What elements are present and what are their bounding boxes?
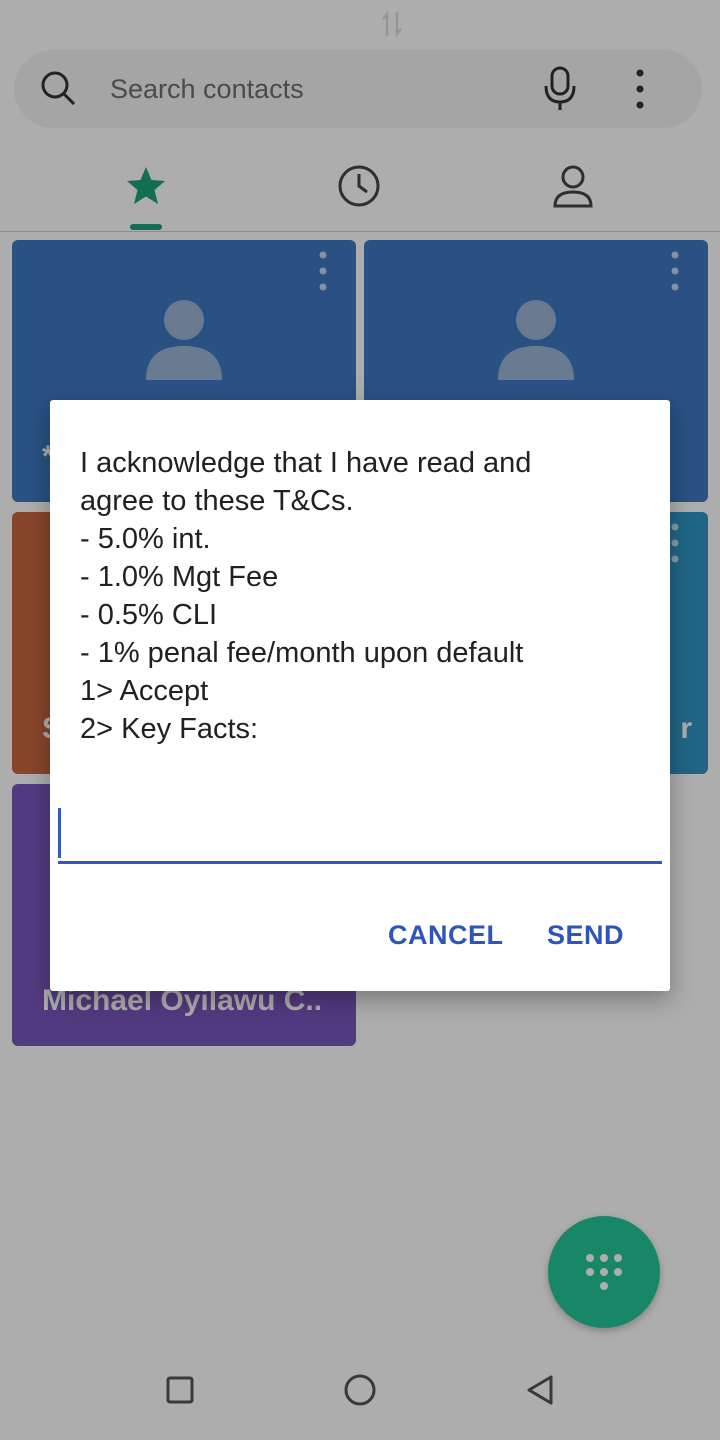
reply-input[interactable] <box>58 804 662 864</box>
message-line: agree to these T&Cs. <box>80 485 354 517</box>
text-cursor <box>58 808 61 858</box>
message-line: - 1% penal fee/month upon default <box>80 637 524 669</box>
message-line: - 1.0% Mgt Fee <box>80 561 279 593</box>
message-line: - 5.0% int. <box>80 523 211 555</box>
message-line: I acknowledge that I have read and <box>80 447 532 479</box>
dialog-message: I acknowledge that I have read and agree… <box>80 444 640 748</box>
cancel-button[interactable]: CANCEL <box>388 920 504 951</box>
message-line: 2> Key Facts: <box>80 713 259 745</box>
send-button[interactable]: SEND <box>547 920 624 951</box>
ussd-dialog: I acknowledge that I have read and agree… <box>50 400 670 991</box>
message-line: - 0.5% CLI <box>80 599 217 631</box>
message-line: 1> Accept <box>80 675 209 707</box>
